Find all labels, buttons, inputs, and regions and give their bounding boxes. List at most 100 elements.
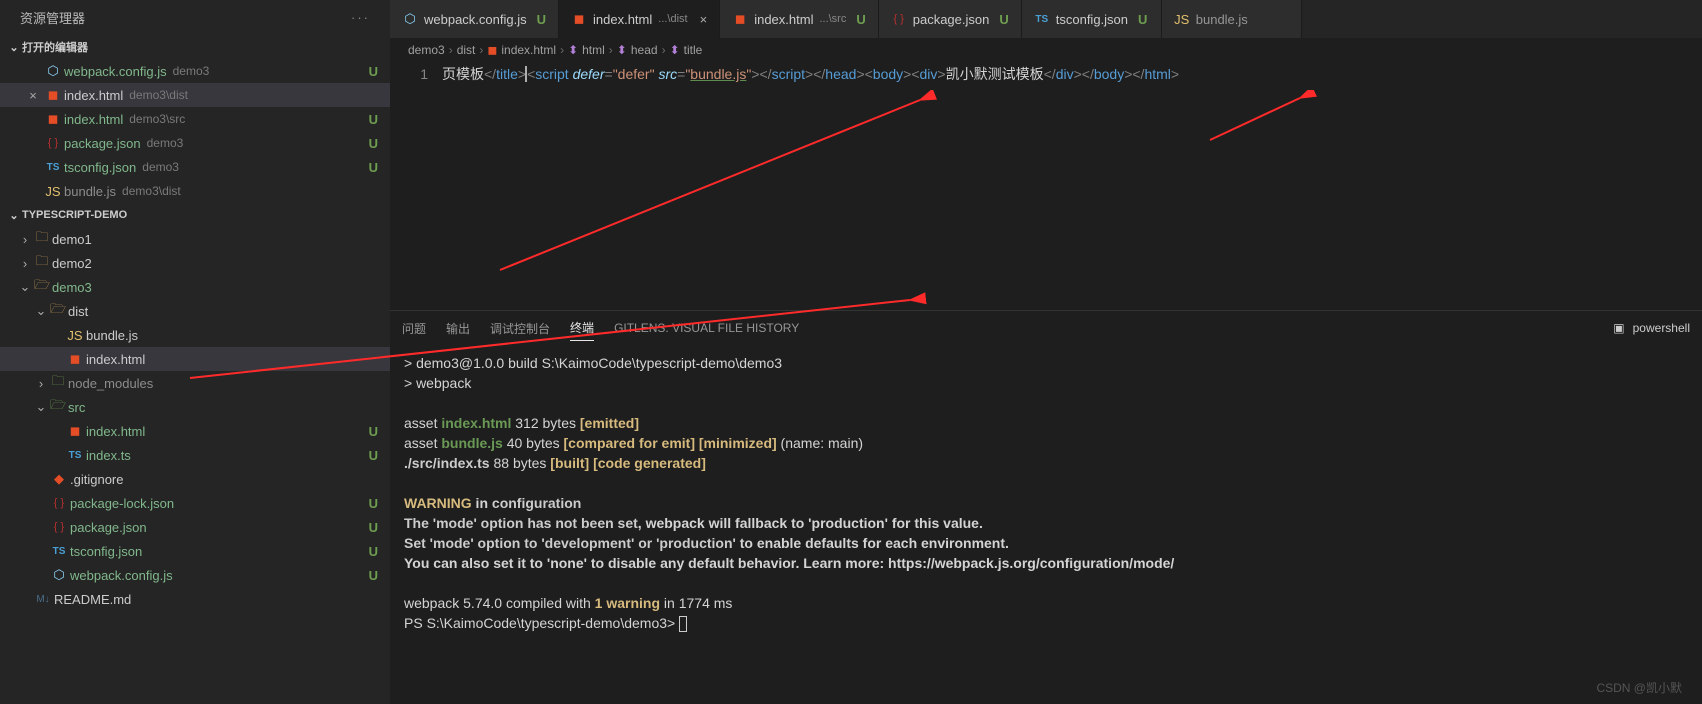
git-status: U xyxy=(369,160,378,175)
file-icon: TS xyxy=(64,450,86,461)
chevron-down-icon: ⌄ xyxy=(34,399,48,415)
chevron-right-icon: › xyxy=(479,43,483,57)
chevron-right-icon: › xyxy=(34,376,48,391)
terminal-tab[interactable]: 调试控制台 xyxy=(490,316,550,341)
open-editor-item[interactable]: ×◼index.htmldemo3\dist xyxy=(0,83,390,107)
folder-row[interactable]: ⌄🗁src xyxy=(0,395,390,419)
file-row[interactable]: M↓README.md xyxy=(0,587,390,611)
file-row[interactable]: TStsconfig.jsonU xyxy=(0,539,390,563)
terminal-tab[interactable]: 终端 xyxy=(570,315,594,341)
breadcrumb-item[interactable]: demo3 xyxy=(408,43,445,57)
terminal-tab[interactable]: 输出 xyxy=(446,316,470,341)
editor-tab[interactable]: ◼index.html...\srcU xyxy=(720,0,879,38)
open-editor-item[interactable]: ◼index.htmldemo3\srcU xyxy=(0,107,390,131)
file-path: demo3 xyxy=(173,64,210,78)
git-status: U xyxy=(369,64,378,79)
open-editors-list: ⬡webpack.config.jsdemo3U×◼index.htmldemo… xyxy=(0,59,390,203)
editor-tabs: ⬡webpack.config.jsU◼index.html...\dist×◼… xyxy=(390,0,1702,38)
editor-tab[interactable]: TStsconfig.jsonU xyxy=(1022,0,1162,38)
tab-path: ...\src xyxy=(819,13,846,25)
chevron-right-icon: › xyxy=(18,232,32,247)
file-row[interactable]: ◆.gitignore xyxy=(0,467,390,491)
open-editors-header[interactable]: ⌄ 打开的编辑器 xyxy=(0,35,390,59)
file-icon: JS xyxy=(1174,12,1190,27)
file-name: webpack.config.js xyxy=(70,568,173,583)
editor-tab[interactable]: ⬡webpack.config.jsU xyxy=(390,0,559,38)
file-path: demo3\src xyxy=(129,112,185,126)
git-status: U xyxy=(369,136,378,151)
breadcrumb-item[interactable]: title xyxy=(684,43,703,57)
editor-tab[interactable]: JS bundle.js xyxy=(1162,0,1302,38)
file-row[interactable]: ◼index.html xyxy=(0,347,390,371)
editor-tab[interactable]: { }package.jsonU xyxy=(879,0,1022,38)
folder-row[interactable]: ›🗀node_modules xyxy=(0,371,390,395)
git-status: U xyxy=(369,448,378,463)
breadcrumb-item[interactable]: html xyxy=(582,43,605,57)
folder-row[interactable]: ⌄🗁demo3 xyxy=(0,275,390,299)
git-status: U xyxy=(369,568,378,583)
chevron-right-icon: › xyxy=(449,43,453,57)
chevron-down-icon: ⌄ xyxy=(6,209,22,222)
cube-icon: ⬍ xyxy=(617,43,627,57)
git-status: U xyxy=(369,544,378,559)
file-icon: ◼ xyxy=(571,11,587,27)
folder-icon: 🗁 xyxy=(48,396,68,418)
editor-tab[interactable]: ◼ index.html ...\dist × xyxy=(559,0,720,38)
terminal-body[interactable]: > demo3@1.0.0 build S:\KaimoCode\typescr… xyxy=(390,345,1702,704)
terminal-tab[interactable]: GITLENS: VISUAL FILE HISTORY xyxy=(614,317,799,339)
terminal-tab[interactable]: 问题 xyxy=(402,316,426,341)
project-header[interactable]: ⌄ TYPESCRIPT-DEMO xyxy=(0,203,390,227)
chevron-right-icon: › xyxy=(662,43,666,57)
file-name: index.html xyxy=(64,88,123,103)
main-area: ⬡webpack.config.jsU◼index.html...\dist×◼… xyxy=(390,0,1702,704)
file-row[interactable]: { }package-lock.jsonU xyxy=(0,491,390,515)
breadcrumb-item[interactable]: index.html xyxy=(501,43,556,57)
file-icon: ◼ xyxy=(732,11,748,27)
folder-row[interactable]: ›🗀demo2 xyxy=(0,251,390,275)
close-icon[interactable]: × xyxy=(700,12,708,27)
file-name: package.json xyxy=(70,520,147,535)
file-row[interactable]: ⬡webpack.config.js U xyxy=(0,563,390,587)
file-row[interactable]: JSbundle.js xyxy=(0,323,390,347)
file-row[interactable]: { }package.jsonU xyxy=(0,515,390,539)
gutter: 1 xyxy=(390,62,442,310)
shell-selector[interactable]: ▣ powershell xyxy=(1613,321,1690,335)
open-editor-item[interactable]: JSbundle.jsdemo3\dist xyxy=(0,179,390,203)
code-line[interactable]: 页模板</title><script defer="defer" src="bu… xyxy=(442,62,1179,310)
cursor xyxy=(679,616,687,632)
tab-path: ...\dist xyxy=(658,13,687,25)
breadcrumb-item[interactable]: dist xyxy=(457,43,476,57)
file-row[interactable]: TSindex.tsU xyxy=(0,443,390,467)
breadcrumb[interactable]: demo3 › dist ›◼ index.html ›⬍ html ›⬍ he… xyxy=(390,38,1702,62)
folder-icon: 🗁 xyxy=(48,300,68,322)
file-icon: M↓ xyxy=(32,594,54,605)
close-icon[interactable]: × xyxy=(24,88,42,103)
open-editor-item[interactable]: ⬡webpack.config.jsdemo3U xyxy=(0,59,390,83)
more-icon[interactable]: ··· xyxy=(351,10,370,25)
folder-icon: 🗀 xyxy=(32,252,52,274)
folder-row[interactable]: ⌄🗁dist xyxy=(0,299,390,323)
git-status: U xyxy=(369,520,378,535)
file-name: package.json xyxy=(64,136,141,151)
file-icon: ⬡ xyxy=(48,567,70,583)
cube-icon: ⬍ xyxy=(568,43,578,57)
file-row[interactable]: ◼index.htmlU xyxy=(0,419,390,443)
chevron-right-icon: › xyxy=(18,256,32,271)
open-editor-item[interactable]: { }package.jsondemo3U xyxy=(0,131,390,155)
breadcrumb-item[interactable]: head xyxy=(631,43,658,57)
file-icon: TS xyxy=(48,546,70,557)
file-name: bundle.js xyxy=(86,328,138,343)
file-icon: JS xyxy=(64,328,86,343)
file-icon: ◼ xyxy=(64,351,86,367)
file-name: bundle.js xyxy=(64,184,116,199)
tab-name: bundle.js xyxy=(1196,12,1248,27)
open-editor-item[interactable]: TStsconfig.jsondemo3U xyxy=(0,155,390,179)
cube-icon: ⬍ xyxy=(670,43,680,57)
folder-row[interactable]: ›🗀demo1 xyxy=(0,227,390,251)
file-icon: ◼ xyxy=(42,87,64,103)
file-name: index.html xyxy=(86,424,145,439)
editor[interactable]: 1 页模板</title><script defer="defer" src="… xyxy=(390,62,1702,310)
file-name: package-lock.json xyxy=(70,496,174,511)
folder-name: demo1 xyxy=(52,232,92,247)
tab-name: index.html xyxy=(593,12,652,27)
